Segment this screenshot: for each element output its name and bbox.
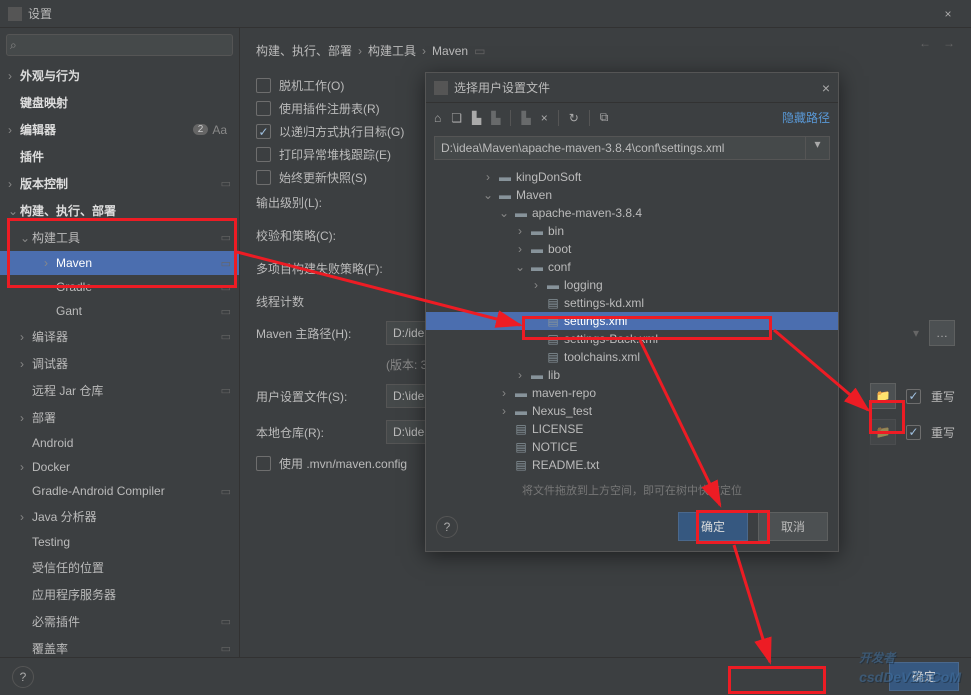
folder-item[interactable]: ›▬maven-repo xyxy=(426,384,838,402)
sidebar-item[interactable]: ›编译器▭ xyxy=(0,323,239,350)
sidebar-item[interactable]: ›Docker xyxy=(0,455,239,479)
titlebar: 设置 × xyxy=(0,0,971,28)
file-item[interactable]: ▤README.txt xyxy=(426,456,838,474)
folder-item[interactable]: ›▬kingDonSoft xyxy=(426,168,838,186)
dialog-hint: 将文件拖放到上方空间，即可在树中快速定位 xyxy=(426,478,838,502)
hide-path-link[interactable]: 隐藏路径 xyxy=(782,109,830,126)
file-item[interactable]: ▤settings-Back.xml xyxy=(426,330,838,348)
settings-tree[interactable]: ›外观与行为键盘映射›编辑器2Aa插件›版本控制▭⌄构建、执行、部署⌄构建工具▭… xyxy=(0,62,239,668)
sidebar-item[interactable]: 受信任的位置 xyxy=(0,554,239,581)
sidebar-item[interactable]: ⌄构建、执行、部署 xyxy=(0,197,239,224)
sidebar-item[interactable]: Gradle-Android Compiler▭ xyxy=(0,479,239,503)
folder-item[interactable]: ⌄▬apache-maven-3.8.4 xyxy=(426,204,838,222)
project-scope-icon: ▭ xyxy=(474,44,485,58)
sidebar-item[interactable]: ›外观与行为 xyxy=(0,62,239,89)
recursive-checkbox[interactable]: ✓ xyxy=(256,124,271,139)
file-item[interactable]: ▤settings-kd.xml xyxy=(426,294,838,312)
path-field: ▾ xyxy=(426,132,838,164)
sidebar-item[interactable]: ›编辑器2Aa xyxy=(0,116,239,143)
close-icon[interactable]: × xyxy=(933,0,963,28)
project-icon[interactable]: ▙ xyxy=(472,111,481,125)
module-icon[interactable]: ▙ xyxy=(491,111,500,125)
mvn-config-checkbox[interactable] xyxy=(256,456,271,471)
help-icon[interactable]: ? xyxy=(12,666,34,688)
home-icon[interactable]: ⌂ xyxy=(434,111,441,125)
sidebar-item[interactable]: ›部署 xyxy=(0,404,239,431)
search-wrap: ⌕ xyxy=(0,28,239,62)
window-title: 设置 xyxy=(28,5,52,22)
offline-checkbox[interactable] xyxy=(256,78,271,93)
path-dropdown-icon[interactable]: ▾ xyxy=(806,136,830,160)
sidebar-item[interactable]: ⌄构建工具▭ xyxy=(0,224,239,251)
forward-icon[interactable]: → xyxy=(943,36,955,50)
dialog-ok-button[interactable]: 确定 xyxy=(678,512,748,541)
snapshots-checkbox[interactable] xyxy=(256,170,271,185)
sidebar-item[interactable]: 必需插件▭ xyxy=(0,608,239,635)
file-item[interactable]: ▤NOTICE xyxy=(426,438,838,456)
ok-button[interactable]: 确定 xyxy=(889,662,959,691)
bottom-bar: ? 确定 xyxy=(0,657,971,695)
sidebar-item[interactable]: Testing xyxy=(0,530,239,554)
file-tree[interactable]: ›▬kingDonSoft⌄▬Maven⌄▬apache-maven-3.8.4… xyxy=(426,164,838,478)
nav-arrows: ← → xyxy=(919,36,955,50)
sidebar-item[interactable]: Gradle▭ xyxy=(0,275,239,299)
show-hidden-icon[interactable]: ⧉ xyxy=(600,110,609,125)
file-item[interactable]: ▤LICENSE xyxy=(426,420,838,438)
dialog-icon xyxy=(434,81,448,95)
sidebar-item[interactable]: 插件 xyxy=(0,143,239,170)
sidebar-item[interactable]: 远程 Jar 仓库▭ xyxy=(0,377,239,404)
app-icon xyxy=(8,7,22,21)
refresh-icon[interactable]: ↻ xyxy=(569,111,579,125)
folder-item[interactable]: ›▬bin xyxy=(426,222,838,240)
maven-home-label: Maven 主路径(H): xyxy=(256,325,376,342)
breadcrumb-c: Maven xyxy=(432,44,468,58)
new-folder-icon[interactable]: ▙ xyxy=(521,111,530,125)
stacktrace-checkbox[interactable] xyxy=(256,147,271,162)
sidebar-item[interactable]: 键盘映射 xyxy=(0,89,239,116)
plugin-registry-checkbox[interactable] xyxy=(256,101,271,116)
file-chooser-dialog: 选择用户设置文件 × ⌂ ❏ ▙ ▙ ▙ × ↻ ⧉ 隐藏路径 ▾ ›▬king… xyxy=(425,72,839,552)
sidebar-item[interactable]: ›版本控制▭ xyxy=(0,170,239,197)
desktop-icon[interactable]: ❏ xyxy=(451,111,462,125)
folder-item[interactable]: ›▬logging xyxy=(426,276,838,294)
breadcrumb: 构建、执行、部署 › 构建工具 › Maven ▭ xyxy=(256,36,955,71)
local-repo-browse-icon[interactable]: 📁 xyxy=(870,419,896,445)
sidebar-item[interactable]: 应用程序服务器 xyxy=(0,581,239,608)
delete-icon[interactable]: × xyxy=(541,111,548,125)
dialog-title: 选择用户设置文件 xyxy=(454,79,550,96)
folder-item[interactable]: ⌄▬Maven xyxy=(426,186,838,204)
dialog-titlebar: 选择用户设置文件 × xyxy=(426,73,838,103)
folder-item[interactable]: ›▬boot xyxy=(426,240,838,258)
dialog-help-icon[interactable]: ? xyxy=(436,516,458,538)
file-item[interactable]: ▤settings.xml xyxy=(426,312,838,330)
sidebar-item[interactable]: Gant▭ xyxy=(0,299,239,323)
sidebar-item[interactable]: Android xyxy=(0,431,239,455)
search-icon: ⌕ xyxy=(10,38,17,53)
user-settings-browse-icon[interactable]: 📁 xyxy=(870,383,896,409)
folder-item[interactable]: ⌄▬conf xyxy=(426,258,838,276)
sidebar-item[interactable]: ›Java 分析器 xyxy=(0,503,239,530)
path-input[interactable] xyxy=(434,136,806,160)
back-icon[interactable]: ← xyxy=(919,36,931,50)
user-settings-label: 用户设置文件(S): xyxy=(256,388,376,405)
dialog-toolbar: ⌂ ❏ ▙ ▙ ▙ × ↻ ⧉ 隐藏路径 xyxy=(426,103,838,132)
dialog-close-icon[interactable]: × xyxy=(822,80,830,96)
file-item[interactable]: ▤toolchains.xml xyxy=(426,348,838,366)
sidebar: ⌕ ›外观与行为键盘映射›编辑器2Aa插件›版本控制▭⌄构建、执行、部署⌄构建工… xyxy=(0,28,240,668)
sidebar-item[interactable]: ›Maven▭ xyxy=(0,251,239,275)
dialog-cancel-button[interactable]: 取消 xyxy=(758,512,828,541)
folder-item[interactable]: ›▬lib xyxy=(426,366,838,384)
maven-home-more-button[interactable]: … xyxy=(929,320,955,346)
user-settings-override-checkbox[interactable]: ✓ xyxy=(906,389,921,404)
folder-item[interactable]: ›▬Nexus_test xyxy=(426,402,838,420)
breadcrumb-a[interactable]: 构建、执行、部署 xyxy=(256,42,352,59)
breadcrumb-b[interactable]: 构建工具 xyxy=(368,42,416,59)
search-input[interactable] xyxy=(6,34,233,56)
local-repo-override-checkbox[interactable]: ✓ xyxy=(906,425,921,440)
sidebar-item[interactable]: ›调试器 xyxy=(0,350,239,377)
local-repo-label: 本地仓库(R): xyxy=(256,424,376,441)
